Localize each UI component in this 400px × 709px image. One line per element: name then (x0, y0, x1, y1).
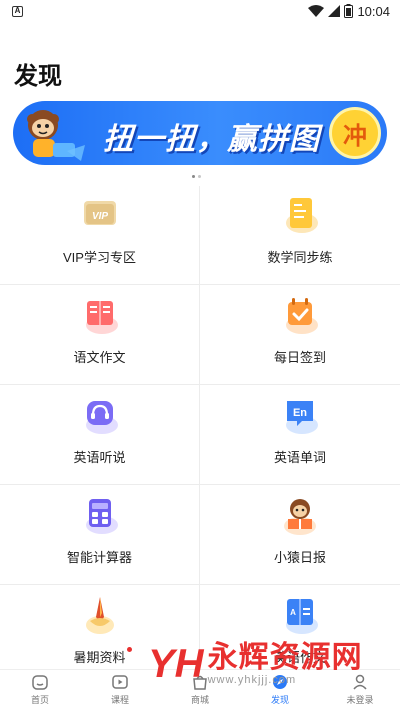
clock: 10:04 (357, 3, 390, 19)
notification-icon: A (12, 5, 23, 17)
grid-item-math[interactable]: 数学同步练 (200, 186, 400, 284)
banner-go-button[interactable]: 冲 (329, 107, 381, 159)
vip-card-icon: VIP (83, 201, 116, 225)
grid-item-english-listening[interactable]: 英语听说 (0, 385, 200, 484)
grid-item-label: 小猿日报 (273, 550, 326, 565)
tab-label: 课程 (110, 695, 129, 705)
grid-item-monkey-daily[interactable]: 小猿日报 (200, 485, 400, 584)
svg-text:A: A (290, 608, 296, 617)
monkey-daily-icon (284, 499, 316, 535)
tab-label: 发现 (270, 695, 289, 705)
grid-item-label: 语文作文 (73, 350, 126, 365)
banner-title: 扭一扭，赢拼图 (103, 123, 320, 156)
grid-item-label: 暑期资料 (73, 647, 132, 666)
grid-item-english-words[interactable]: En 英语单词 (200, 385, 400, 484)
grid-row: 语文作文 每日签到 (0, 285, 400, 385)
daily-checkin-icon (286, 298, 318, 334)
grid-row: VIP VIP学习专区 数学同步练 (0, 186, 400, 285)
promo-banner[interactable]: 扭一扭，赢拼图 冲 (13, 101, 387, 165)
grid-item-label: 英语单词 (273, 450, 326, 465)
tab-label: 未登录 (346, 695, 374, 705)
course-play-icon (112, 675, 128, 689)
tab-home[interactable]: 首页 (0, 670, 80, 709)
page-title: 发现 (14, 63, 62, 90)
grid-item-daily-checkin[interactable]: 每日签到 (200, 285, 400, 384)
home-icon (32, 675, 48, 690)
banner-pagination (192, 175, 201, 178)
new-badge-dot (126, 647, 132, 652)
english-listening-icon (85, 401, 118, 434)
signal-icon (328, 5, 341, 17)
grid-item-chinese-composition[interactable]: 语文作文 (0, 285, 200, 384)
tab-label: 商城 (190, 695, 209, 705)
grid-item-label: 智能计算器 (66, 550, 132, 565)
watermark-url: www.yhkjjj.com (207, 674, 297, 686)
battery-icon (344, 4, 354, 18)
grid-item-calculator[interactable]: 智能计算器 (0, 485, 200, 584)
pagination-dot (192, 175, 195, 178)
site-watermark: YH 永辉资源网 www.yhkjjj.com (148, 641, 363, 687)
summer-materials-icon (85, 597, 114, 634)
grid-row: 智能计算器 小猿日报 (0, 485, 400, 585)
calculator-icon (85, 499, 118, 534)
grid-item-vip[interactable]: VIP VIP学习专区 (0, 186, 200, 284)
grid-item-label: 每日签到 (273, 350, 326, 365)
english-words-icon: En (286, 401, 318, 434)
watermark-logo: YH (148, 642, 204, 686)
grid-item-label: VIP学习专区 (63, 250, 136, 265)
status-bar: A 10:04 (0, 0, 400, 22)
watermark-text: 永辉资源网 (207, 641, 363, 674)
svg-text:En: En (293, 407, 307, 419)
math-practice-icon (286, 198, 318, 233)
english-composition-icon: A (286, 599, 318, 634)
grid-row: 英语听说 En 英语单词 (0, 385, 400, 485)
feature-grid: VIP VIP学习专区 数学同步练 语文作文 每日签到 英语听说 En 英语单词… (0, 186, 400, 685)
chinese-composition-icon (85, 301, 118, 334)
grid-item-label: 数学同步练 (267, 250, 333, 265)
wifi-icon (308, 5, 325, 17)
grid-item-label: 英语听说 (73, 450, 126, 465)
pagination-dot (198, 175, 201, 178)
tab-label: 首页 (30, 695, 49, 705)
monkey-mascot-icon (27, 110, 85, 161)
svg-text:VIP: VIP (91, 211, 107, 222)
